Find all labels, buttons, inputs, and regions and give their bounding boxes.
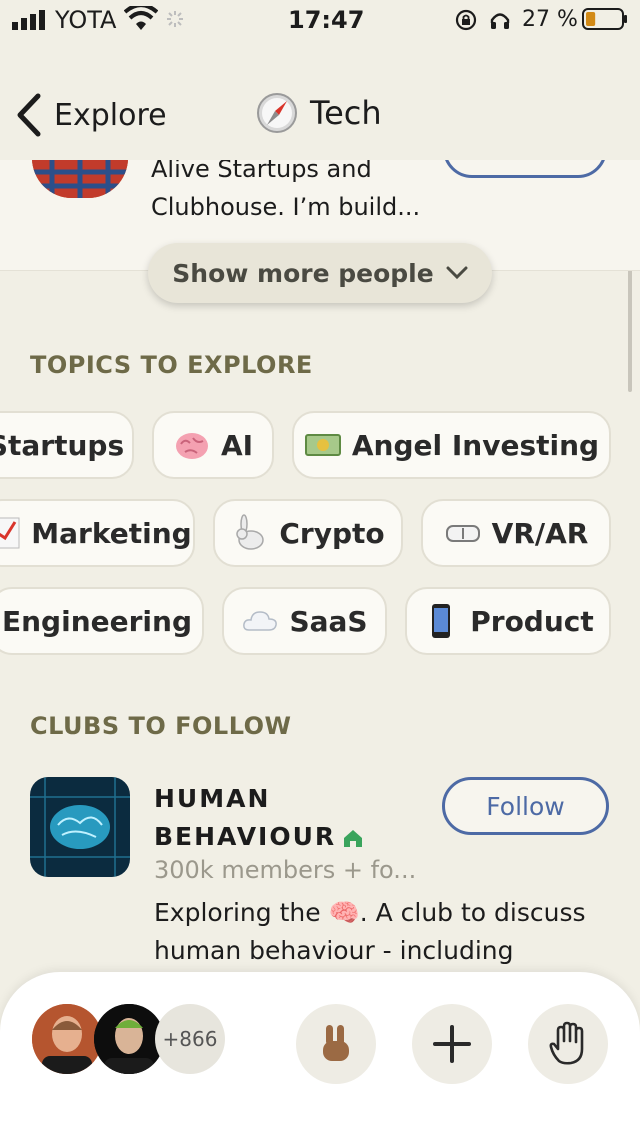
raised-hand-icon bbox=[549, 1021, 584, 1065]
navigation-header: Explore Tech bbox=[0, 40, 640, 160]
club-follow-button[interactable]: Follow bbox=[442, 777, 609, 835]
goggles-icon bbox=[445, 525, 480, 542]
chevron-down-icon bbox=[446, 266, 468, 280]
carrier-name: YOTA bbox=[55, 6, 117, 34]
topic-chip-angel-investing[interactable]: Angel Investing bbox=[292, 411, 611, 479]
victory-hand-icon bbox=[323, 1025, 349, 1061]
phone-icon bbox=[432, 604, 451, 638]
wifi-icon bbox=[124, 6, 158, 30]
topic-label: Product bbox=[470, 604, 594, 638]
topic-label: Marketing bbox=[31, 516, 192, 550]
topic-label: AI bbox=[220, 428, 254, 462]
person-bio-line: Alive Startups and bbox=[151, 160, 372, 183]
page-title-text: Tech bbox=[310, 94, 382, 132]
status-bar: YOTA 17:47 27 % bbox=[0, 0, 640, 40]
topic-chip-product[interactable]: Product bbox=[405, 587, 611, 655]
topic-chip-ai[interactable]: AI bbox=[152, 411, 274, 479]
battery-percent: 27 % bbox=[522, 7, 578, 32]
bottom-bar: +866 bbox=[0, 972, 640, 1136]
wave-button[interactable] bbox=[296, 1004, 376, 1084]
avatar[interactable] bbox=[94, 1004, 164, 1074]
rabbit-icon bbox=[236, 514, 265, 550]
topic-label: SaaS bbox=[289, 604, 368, 638]
back-label: Explore bbox=[54, 97, 167, 133]
topic-chip-marketing[interactable]: Marketing bbox=[0, 499, 195, 567]
person-follow-button[interactable] bbox=[443, 160, 607, 178]
brain-icon bbox=[175, 433, 208, 459]
topic-label: Angel Investing bbox=[351, 428, 600, 462]
club-name[interactable]: HUMAN BEHAVIOUR bbox=[154, 780, 364, 856]
club-members-count: 300k members + fo... bbox=[154, 856, 417, 884]
chevron-left-icon bbox=[17, 93, 41, 137]
plus-icon bbox=[433, 1025, 471, 1063]
topic-label: VR/AR bbox=[491, 516, 589, 550]
activity-spinner-icon bbox=[167, 11, 183, 27]
topic-label: Crypto bbox=[279, 516, 385, 550]
compass-icon bbox=[257, 93, 297, 133]
clock: 17:47 bbox=[288, 6, 365, 34]
person-avatar[interactable] bbox=[32, 160, 128, 198]
topic-chip-startups[interactable]: Startups bbox=[0, 411, 134, 479]
back-button[interactable]: Explore bbox=[14, 92, 167, 138]
cloud-icon bbox=[243, 611, 278, 631]
person-bio-line: Clubhouse. I’m build... bbox=[151, 193, 421, 221]
club-name-line: HUMAN bbox=[154, 784, 271, 813]
headphones-icon bbox=[490, 13, 510, 29]
add-button[interactable] bbox=[412, 1004, 492, 1084]
club-image[interactable] bbox=[30, 777, 130, 877]
club-description-line: Exploring the 🧠. A club to discuss bbox=[154, 898, 586, 927]
show-more-label: Show more people bbox=[172, 258, 434, 288]
page-title: Tech bbox=[256, 92, 382, 134]
topic-chip-engineering[interactable]: Engineering bbox=[0, 587, 204, 655]
topic-chip-crypto[interactable]: Crypto bbox=[213, 499, 403, 567]
raise-hand-button[interactable] bbox=[528, 1004, 608, 1084]
battery-icon bbox=[582, 8, 627, 30]
topic-chip-vr-ar[interactable]: VR/AR bbox=[421, 499, 611, 567]
show-more-people-button[interactable]: Show more people bbox=[148, 243, 492, 303]
more-count-badge[interactable]: +866 bbox=[155, 1004, 225, 1074]
topics-section-title: TOPICS TO EXPLORE bbox=[30, 351, 313, 379]
topic-label: Engineering bbox=[2, 604, 192, 638]
clubs-section-title: CLUBS TO FOLLOW bbox=[30, 712, 292, 740]
chart-icon bbox=[0, 517, 20, 549]
signal-icon bbox=[12, 10, 45, 30]
home-icon bbox=[344, 830, 363, 847]
club-description-line: human behaviour - including bbox=[154, 936, 514, 965]
person-bio: Alive Startups and Clubhouse. I’m build.… bbox=[151, 160, 420, 226]
rotation-lock-icon bbox=[455, 9, 477, 31]
money-icon bbox=[304, 434, 341, 456]
club-name-line: BEHAVIOUR bbox=[154, 822, 337, 851]
topic-chip-saas[interactable]: SaaS bbox=[222, 587, 387, 655]
topic-label: Startups bbox=[0, 428, 125, 462]
club-description: Exploring the 🧠. A club to discuss human… bbox=[154, 894, 614, 970]
avatar[interactable] bbox=[32, 1004, 102, 1074]
